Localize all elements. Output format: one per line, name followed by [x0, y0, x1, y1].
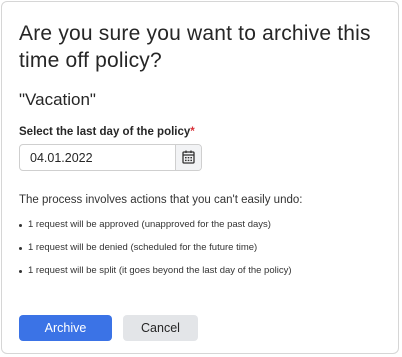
required-asterisk: * [190, 126, 195, 138]
date-value[interactable]: 04.01.2022 [30, 151, 93, 165]
consequence-item: 1 request will be denied (scheduled for … [19, 242, 292, 254]
archive-policy-dialog: Are you sure you want to archive this ti… [1, 1, 399, 354]
last-day-label-text: Select the last day of the policy [19, 126, 191, 138]
consequence-item: 1 request will be split (it goes beyond … [19, 265, 292, 277]
cancel-button[interactable]: Cancel [123, 315, 198, 341]
calendar-button[interactable] [175, 145, 201, 170]
archive-button[interactable]: Archive [19, 315, 112, 341]
calendar-icon [182, 150, 195, 164]
last-day-date-field[interactable]: 04.01.2022 [19, 144, 202, 171]
consequence-item: 1 request will be approved (unapproved f… [19, 219, 292, 231]
policy-name: "Vacation" [19, 90, 96, 109]
warning-text: The process involves actions that you ca… [19, 194, 303, 206]
consequence-list: 1 request will be approved (unapproved f… [19, 219, 292, 288]
last-day-label: Select the last day of the policy* [19, 125, 195, 139]
dialog-title: Are you sure you want to archive this ti… [19, 22, 371, 72]
